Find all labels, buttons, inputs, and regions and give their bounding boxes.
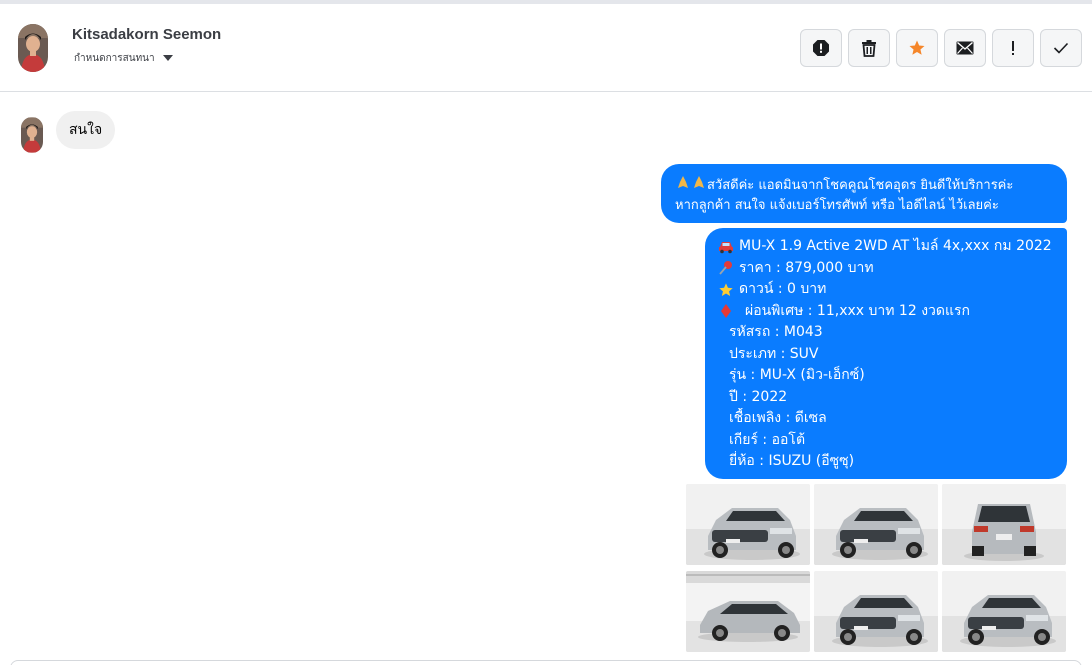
listing-fuel: เชื้อเพลิง : ดีเซล bbox=[729, 410, 827, 426]
check-icon bbox=[1053, 42, 1069, 54]
listing-model: รุ่น : MU-X (มิว-เอ็กซ์) bbox=[729, 367, 865, 383]
outgoing-greeting-message[interactable]: สวัสดีค่ะ แอดมินจากโชคคูณโชคอุดร ยินดีให… bbox=[661, 164, 1067, 223]
incoming-message[interactable]: สนใจ bbox=[56, 111, 116, 149]
conversation-header: Kitsadakorn Seemon กำหนดการสนทนา bbox=[0, 4, 1092, 92]
incoming-message-text: สนใจ bbox=[69, 122, 103, 138]
listing-brand: ยี่ห้อ : ISUZU (อีซูซุ) bbox=[729, 453, 855, 469]
contact-avatar[interactable] bbox=[18, 24, 48, 72]
header-actions bbox=[800, 29, 1082, 67]
greeting-text-1: สวัสดีค่ะ แอดมินจากโชคคูณโชคอุดร ยินดีให… bbox=[707, 178, 1014, 193]
report-icon bbox=[813, 40, 829, 56]
car-icon bbox=[717, 238, 735, 256]
mail-icon bbox=[956, 41, 974, 55]
exclamation-icon bbox=[1012, 41, 1014, 55]
mark-done-button[interactable] bbox=[1040, 29, 1082, 67]
listing-installment: ผ่อนพิเศษ : 11,xxx บาท 12 งวดแรก bbox=[745, 302, 970, 319]
contact-name[interactable]: Kitsadakorn Seemon bbox=[72, 26, 221, 43]
outgoing-listing-message[interactable]: MU-X 1.9 Active 2WD AT ไมล์ 4x,xxx กม 20… bbox=[705, 228, 1067, 479]
car-photo-6[interactable] bbox=[942, 571, 1066, 652]
mark-important-button[interactable] bbox=[992, 29, 1034, 67]
sender-avatar bbox=[21, 117, 43, 153]
greeting-line-1: สวัสดีค่ะ แอดมินจากโชคคูณโชคอุดร ยินดีให… bbox=[675, 173, 1057, 196]
car-photo-5[interactable] bbox=[814, 571, 938, 652]
red-diamond-icon bbox=[717, 302, 735, 320]
delete-button[interactable] bbox=[848, 29, 890, 67]
listing-installment-row: ผ่อนพิเศษ : 11,xxx บาท 12 งวดแรก bbox=[717, 301, 1059, 323]
report-spam-button[interactable] bbox=[800, 29, 842, 67]
listing-gear: เกียร์ : ออโต้ bbox=[729, 431, 806, 448]
listing-down: ดาวน์ : 0 บาท bbox=[739, 281, 827, 297]
listing-year: ปี : 2022 bbox=[729, 388, 788, 405]
assign-conversation-dropdown[interactable]: กำหนดการสนทนา bbox=[74, 50, 173, 66]
car-photo-2[interactable] bbox=[814, 484, 938, 565]
star-icon bbox=[909, 40, 925, 55]
listing-type: ประเภท : SUV bbox=[729, 345, 819, 362]
car-photo-grid bbox=[686, 484, 1067, 654]
caret-down-icon bbox=[162, 55, 173, 61]
star-button[interactable] bbox=[896, 29, 938, 67]
car-photo-1[interactable] bbox=[686, 484, 810, 565]
car-photo-4[interactable] bbox=[686, 571, 810, 652]
chat-window: Kitsadakorn Seemon กำหนดการสนทนา สนใจ สว… bbox=[0, 0, 1092, 665]
car-photo-3[interactable] bbox=[942, 484, 1066, 565]
listing-price-row: ราคา : 879,000 บาท bbox=[717, 258, 1059, 280]
listing-title-row: MU-X 1.9 Active 2WD AT ไมล์ 4x,xxx กม 20… bbox=[717, 236, 1059, 258]
message-composer[interactable] bbox=[10, 660, 1082, 665]
listing-price: ราคา : 879,000 บาท bbox=[739, 259, 874, 276]
pushpin-icon bbox=[717, 259, 735, 277]
listing-code: รหัสรถ : M043 bbox=[729, 324, 823, 340]
praying-hands-icon bbox=[691, 173, 706, 191]
greeting-text-2: หากลูกค้า สนใจ แจ้งเบอร์โทรศัพท์ หรือ ไอ… bbox=[675, 198, 999, 213]
assign-conversation-label: กำหนดการสนทนา bbox=[74, 52, 155, 64]
listing-down-row: ดาวน์ : 0 บาท bbox=[717, 279, 1059, 301]
trash-icon bbox=[862, 40, 876, 57]
star-icon bbox=[717, 281, 735, 299]
praying-hands-icon bbox=[675, 173, 690, 191]
mark-unread-button[interactable] bbox=[944, 29, 986, 67]
listing-title: MU-X 1.9 Active 2WD AT ไมล์ 4x,xxx กม 20… bbox=[739, 238, 1052, 254]
